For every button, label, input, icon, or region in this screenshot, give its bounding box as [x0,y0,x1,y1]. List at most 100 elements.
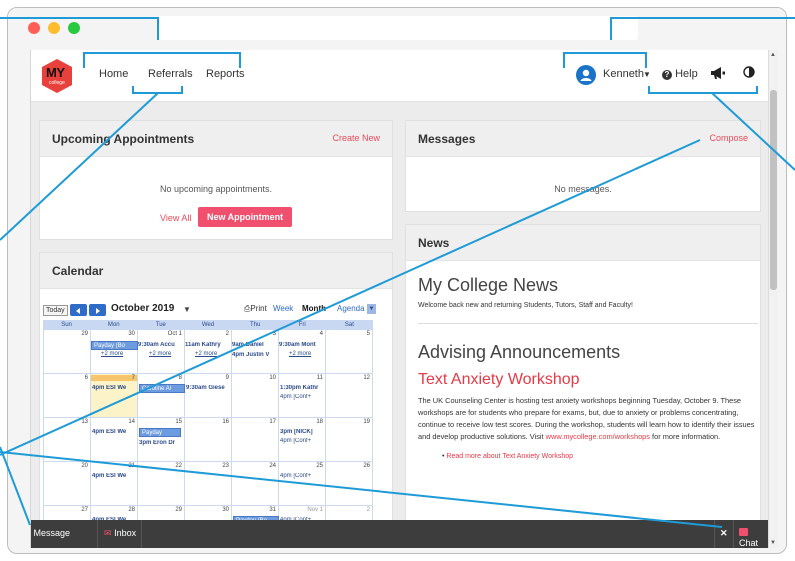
inbox-button[interactable]: ✉ Inbox [104,528,136,539]
more-events-link[interactable]: +2 more [149,351,171,357]
close-chat-button[interactable]: ✕ [720,528,728,539]
dow-header: Fri [298,322,306,328]
print-button[interactable]: ⎙Print [244,304,267,314]
day-number: 30 [222,507,229,513]
agenda-dropdown-icon[interactable]: ▼ [367,304,376,314]
calendar-day[interactable]: 10 [232,374,279,417]
calendar-day[interactable]: 17 [232,418,279,461]
calendar-day[interactable]: 24 [232,462,279,505]
announcements-button[interactable] [709,64,727,85]
minimize-window-button[interactable] [48,22,60,34]
calendar-day[interactable]: 6 [43,374,91,417]
app-viewport: MY college Home Referrals Reports Kennet… [30,50,778,548]
day-number: 31 [269,507,276,513]
close-window-button[interactable] [28,22,40,34]
stage: MY college Home Referrals Reports Kennet… [0,0,795,561]
contrast-toggle-button[interactable] [743,66,755,81]
read-more-link[interactable]: Read more about Text Anxiety Workshop [446,453,573,460]
article-body: The UK Counseling Center is hosting test… [418,395,758,443]
calendar-event[interactable]: Caroline Al [139,384,185,393]
view-all-link[interactable]: View All [160,213,191,223]
today-button[interactable]: Today [43,305,68,316]
calendar-event[interactable]: 1:30pm Kathr [280,385,326,391]
day-number: Nov 1 [307,507,323,513]
calendar-day[interactable]: 22 [138,462,185,505]
scroll-down-icon[interactable]: ▼ [770,540,776,546]
calendar-day[interactable]: 25 [279,462,326,505]
new-appointment-button[interactable]: New Appointment [198,207,293,227]
calendar-day[interactable]: 8 [138,374,185,417]
more-events-link[interactable]: +2 more [289,351,311,357]
calendar-day[interactable]: 9 [185,374,232,417]
article-title[interactable]: Text Anxiety Workshop [418,371,758,389]
help-link[interactable]: ? Help [662,68,698,80]
month-view-tab[interactable]: Month [302,304,326,313]
user-name[interactable]: Kenneth [603,68,644,80]
news-welcome: Welcome back new and returning Students,… [418,302,758,324]
calendar-day[interactable]: 29 [43,330,91,373]
workshops-link[interactable]: www.mycollege.com/workshops [546,432,650,441]
calendar-event[interactable]: 3pm [NICK] [280,429,326,435]
calendar-event[interactable]: Payday [139,428,181,437]
create-new-link[interactable]: Create New [332,133,380,143]
week-view-tab[interactable]: Week [273,304,293,313]
calendar-day[interactable]: 26 [326,462,373,505]
new-message-button[interactable]: New Message [31,528,70,538]
more-events-link[interactable]: +2 more [195,351,217,357]
nav-home[interactable]: Home [99,68,128,80]
calendar-event[interactable]: 3pm Eron Dr [139,440,185,446]
day-number: 17 [269,419,276,425]
calendar-day[interactable]: 5 [326,330,373,373]
more-events-link[interactable]: +2 more [101,351,123,357]
calendar-day[interactable]: 19 [326,418,373,461]
page-scrollbar[interactable]: ▲ ▼ [768,50,778,548]
calendar-day[interactable]: 14 [91,418,138,461]
day-number: 8 [178,375,182,381]
next-month-button[interactable] [89,304,106,316]
chat-button[interactable]: Chat [739,528,769,548]
calendar-event[interactable]: 4pm [Conf+ [280,394,326,400]
calendar-event[interactable]: 4pm [Conf+ [280,438,326,444]
scroll-up-icon[interactable]: ▲ [770,52,776,58]
compose-link[interactable]: Compose [709,133,748,143]
calendar-day[interactable]: 23 [185,462,232,505]
calendar-event[interactable]: 4pm Justin V [232,352,279,358]
divider [714,520,715,548]
maximize-window-button[interactable] [68,22,80,34]
calendar-event[interactable]: Payday (Bo [91,341,138,350]
user-menu-chevron-icon[interactable]: ▼ [643,70,651,79]
college-logo[interactable]: MY college [41,58,73,94]
agenda-view-tab[interactable]: Agenda [337,304,365,313]
chevron-left-icon [76,308,80,314]
calendar-event[interactable]: 9:30am Giese [186,385,232,391]
user-avatar[interactable] [576,65,596,85]
nav-referrals[interactable]: Referrals [148,68,193,80]
calendar-event[interactable]: 11am Kathry [185,342,232,348]
month-dropdown-icon[interactable]: ▼ [183,305,191,314]
day-number: 18 [316,419,323,425]
scrollbar-thumb[interactable] [770,90,777,290]
nav-reports[interactable]: Reports [206,68,245,80]
month-label[interactable]: October 2019 [111,303,174,314]
bullet-icon: • [442,453,445,460]
calendar-day[interactable]: 21 [91,462,138,505]
day-number: 25 [316,463,323,469]
upcoming-appointments-panel: Upcoming Appointments Create New No upco… [39,120,393,240]
calendar-day[interactable]: 20 [43,462,91,505]
calendar-week: 6 7 8 9 10 11 12 4pm ESI We Caroline Al … [43,374,373,418]
calendar-event[interactable]: 9am Daniel [232,342,279,348]
calendar-day-today[interactable]: 7 [91,374,138,417]
calendar-day[interactable]: 12 [326,374,373,417]
calendar-event[interactable]: 9:30am Accu [138,342,185,348]
calendar-event[interactable]: 4pm ESI We [92,429,138,435]
calendar-event[interactable]: 9:30am Mont [279,342,326,348]
calendar-day[interactable]: 13 [43,418,91,461]
panel-header: Calendar [40,253,392,289]
prev-month-button[interactable] [70,304,87,316]
calendar-event[interactable]: 4pm ESI We [92,385,138,391]
calendar-week: 13 14 15 16 17 18 19 4pm ESI We Payday 3… [43,418,373,462]
calendar-event[interactable]: 4pm [Conf+ [280,473,326,479]
address-bar[interactable] [158,16,638,40]
calendar-day[interactable]: 16 [185,418,232,461]
calendar-event[interactable]: 4pm ESI We [92,473,138,479]
